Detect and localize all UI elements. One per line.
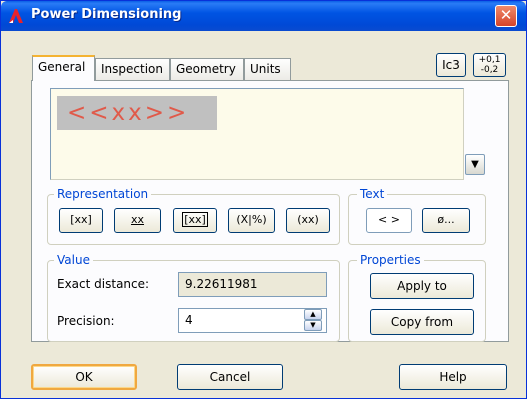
chevron-down-icon: ▼ [471, 159, 479, 170]
tolerance-bottom-label: -0,2 [480, 65, 499, 75]
copy-from-label: Copy from [390, 315, 454, 329]
representation-label: [xx] [70, 213, 92, 226]
exact-distance-value: 9.22611981 [185, 277, 258, 291]
representation-label: [xx] [182, 212, 208, 227]
representation-paren-button[interactable]: (xx) [286, 208, 330, 233]
tolerance-button[interactable]: +0,1 -0,2 [473, 53, 506, 77]
autocad-icon [9, 9, 23, 23]
tab-label: Units [250, 62, 281, 76]
text-button-label: < > [378, 213, 400, 226]
tab-label: Geometry [176, 62, 236, 76]
value-title: Value [54, 253, 93, 267]
exact-distance-field: 9.22611981 [178, 272, 327, 297]
tolerance-top-label: +0,1 [478, 55, 501, 65]
representation-bracket-button[interactable]: [xx] [59, 208, 103, 233]
tab-general[interactable]: General [32, 55, 95, 81]
ic3-label: Ic3 [442, 58, 460, 72]
spin-up-icon[interactable]: ▲ [304, 309, 322, 320]
tab-units[interactable]: Units [244, 58, 291, 80]
apply-to-label: Apply to [397, 279, 447, 293]
close-icon: ✕ [499, 6, 513, 24]
window-title: Power Dimensioning [31, 7, 182, 22]
text-diameter-button[interactable]: ø... [422, 208, 470, 233]
title-bar[interactable]: Power Dimensioning ✕ [1, 1, 526, 31]
close-button[interactable]: ✕ [495, 5, 517, 27]
text-angle-brackets-button[interactable]: < > [366, 208, 412, 233]
representation-title: Representation [54, 187, 152, 201]
representation-box-button[interactable]: [xx] [173, 208, 217, 233]
ic3-button[interactable]: Ic3 [436, 53, 466, 77]
preview-dropdown-button[interactable]: ▼ [465, 154, 485, 175]
representation-label: xx [130, 213, 145, 226]
tab-geometry[interactable]: Geometry [170, 58, 244, 80]
ok-label: OK [75, 370, 93, 384]
cancel-button[interactable]: Cancel [177, 364, 283, 390]
representation-percent-button[interactable]: (X|%) [228, 208, 275, 233]
precision-spinner[interactable]: ▲ ▼ [304, 309, 322, 331]
help-label: Help [439, 370, 467, 384]
precision-value: 4 [185, 313, 193, 327]
properties-title: Properties [357, 253, 424, 267]
dimension-text-preview[interactable]: <<xx>> [50, 88, 464, 180]
tab-label: Inspection [101, 62, 163, 76]
copy-from-button[interactable]: Copy from [370, 309, 474, 335]
exact-distance-label: Exact distance: [57, 277, 150, 291]
cancel-label: Cancel [209, 370, 251, 384]
text-title: Text [357, 187, 388, 201]
ok-button[interactable]: OK [31, 364, 137, 390]
spin-down-icon[interactable]: ▼ [304, 320, 322, 331]
power-dimensioning-dialog: Power Dimensioning ✕ Ic3 +0,1 -0,2 Gener… [0, 0, 527, 399]
tab-label: General [38, 60, 86, 74]
apply-to-button[interactable]: Apply to [370, 273, 474, 299]
tab-inspection[interactable]: Inspection [95, 58, 170, 80]
preview-selection: <<xx>> [57, 96, 217, 130]
preview-text: <<xx>> [67, 100, 190, 126]
text-button-label: ø... [437, 213, 455, 226]
representation-label: (X|%) [236, 213, 267, 226]
representation-underline-button[interactable]: xx [114, 208, 161, 233]
help-button[interactable]: Help [399, 364, 507, 390]
representation-label: (xx) [297, 213, 319, 226]
precision-label: Precision: [57, 314, 115, 328]
